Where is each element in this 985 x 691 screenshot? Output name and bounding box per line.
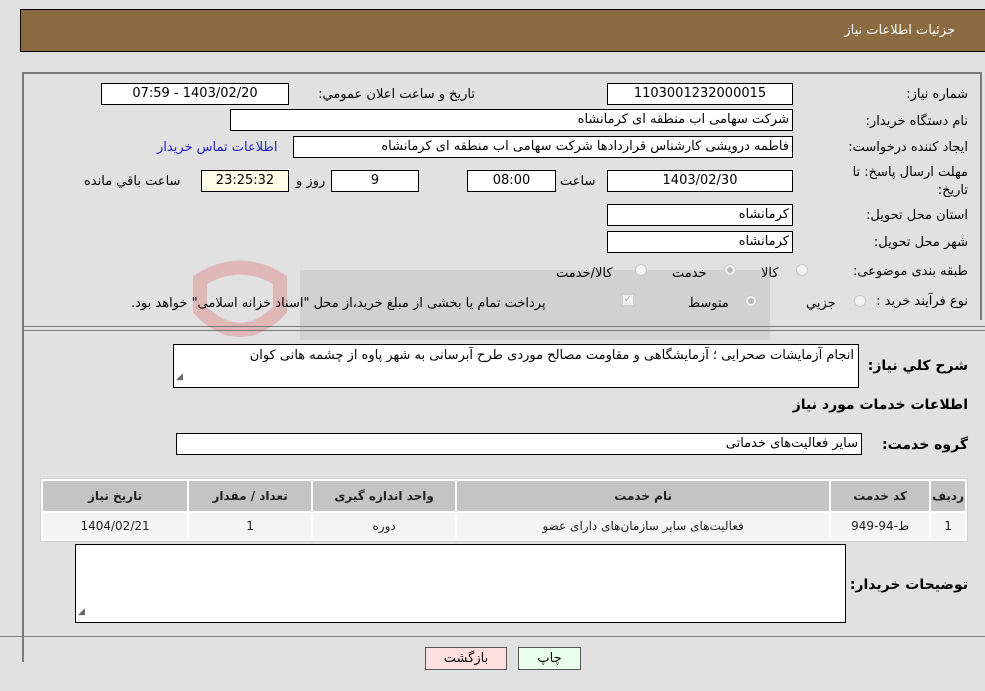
days-remaining-field: 9 bbox=[331, 170, 419, 192]
deadline-date-field: 1403/02/30 bbox=[607, 170, 793, 192]
divider bbox=[22, 330, 985, 331]
purchase-option-medium: متوسط bbox=[688, 296, 729, 311]
purchase-type-label: نوع فرآیند خرید : bbox=[876, 294, 968, 309]
treasury-payment-checkbox[interactable]: ✓ bbox=[622, 294, 634, 306]
category-option-goods-service: کالا/خدمت bbox=[556, 266, 613, 281]
remaining-time-field: 23:25:32 bbox=[201, 170, 289, 192]
page-header: جزئیات اطلاعات نیاز bbox=[20, 9, 985, 52]
requester-field: فاطمه درویشی کارشناس قراردادها شرکت سهام… bbox=[293, 136, 793, 158]
cell-unit: دوره bbox=[313, 513, 456, 539]
table-row: 1 ط-94-949 فعالیت‌های سایر سازمان‌های دا… bbox=[43, 513, 965, 539]
print-button[interactable]: چاپ bbox=[518, 647, 581, 670]
purchase-radio-medium[interactable] bbox=[745, 295, 757, 307]
col-unit: واحد اندازه گیری bbox=[313, 481, 456, 511]
province-label: استان محل تحویل: bbox=[866, 208, 968, 223]
buyer-notes-label: توضیحات خریدار: bbox=[849, 577, 968, 593]
cell-need-date: 1404/02/21 bbox=[43, 513, 188, 539]
purchase-option-minor: جزيي bbox=[806, 296, 836, 311]
table-header-row: ردیف کد خدمت نام خدمت واحد اندازه گیری ت… bbox=[43, 481, 965, 511]
deadline-time-field: 08:00 bbox=[467, 170, 556, 192]
category-radio-service[interactable] bbox=[724, 264, 736, 276]
resize-grip-icon[interactable]: ◢ bbox=[176, 369, 183, 386]
category-radio-goods[interactable] bbox=[796, 264, 808, 276]
deadline-label: مهلت ارسال پاسخ: تا تاریخ: bbox=[852, 165, 968, 198]
cell-row-number: 1 bbox=[931, 513, 965, 539]
announce-datetime-field: 1403/02/20 - 07:59 bbox=[101, 83, 289, 105]
col-service-name: نام خدمت bbox=[457, 481, 830, 511]
description-textarea[interactable]: انجام آزمایشات صحرایی ؛ آزمایشگاهی و مقا… bbox=[173, 344, 859, 388]
services-section-title: اطلاعات خدمات مورد نیاز bbox=[792, 397, 968, 413]
treasury-payment-note: پرداخت تمام یا بخشی از مبلغ خرید،از محل … bbox=[131, 296, 546, 311]
col-need-date: تاریخ نیاز bbox=[43, 481, 188, 511]
services-table: ردیف کد خدمت نام خدمت واحد اندازه گیری ت… bbox=[40, 478, 968, 542]
remaining-label: ساعت باقي مانده bbox=[84, 174, 181, 189]
service-group-label: گروه خدمت: bbox=[882, 437, 968, 453]
purchase-radio-minor[interactable] bbox=[854, 295, 866, 307]
panel-border bbox=[980, 72, 982, 320]
city-label: شهر محل تحویل: bbox=[873, 235, 968, 250]
service-group-field: سایر فعالیت‌های خدماتی bbox=[176, 433, 862, 455]
category-option-service: خدمت bbox=[672, 266, 707, 281]
city-field: کرمانشاه bbox=[607, 231, 793, 253]
buyer-org-field: شرکت سهامی اب منطقه ای کرمانشاه bbox=[230, 109, 793, 131]
divider bbox=[0, 636, 985, 637]
requester-label: ایجاد کننده درخواست: bbox=[848, 140, 968, 155]
cell-quantity: 1 bbox=[189, 513, 312, 539]
divider bbox=[22, 326, 985, 327]
resize-grip-icon[interactable]: ◢ bbox=[78, 604, 85, 621]
days-label: روز و bbox=[296, 174, 326, 189]
col-row-number: ردیف bbox=[931, 481, 965, 511]
deadline-time-label: ساعت bbox=[560, 174, 596, 189]
announce-datetime-label: تاریخ و ساعت اعلان عمومي: bbox=[318, 87, 475, 102]
province-field: کرمانشاه bbox=[607, 204, 793, 226]
category-label: طبقه بندی موضوعی: bbox=[852, 264, 968, 279]
cell-service-code: ط-94-949 bbox=[831, 513, 930, 539]
description-text: انجام آزمایشات صحرایی ؛ آزمایشگاهی و مقا… bbox=[249, 348, 854, 363]
category-radio-goods-service[interactable] bbox=[635, 264, 647, 276]
col-service-code: کد خدمت bbox=[831, 481, 930, 511]
back-button[interactable]: بازگشت bbox=[425, 647, 507, 670]
buyer-contact-link[interactable]: اطلاعات تماس خریدار bbox=[157, 140, 277, 155]
cell-service-name: فعالیت‌های سایر سازمان‌های دارای عضو bbox=[457, 513, 830, 539]
page-title: جزئیات اطلاعات نیاز bbox=[844, 23, 955, 38]
category-option-goods: کالا bbox=[761, 266, 779, 281]
need-number-label: شماره نیاز: bbox=[906, 87, 968, 102]
buyer-org-label: نام دستگاه خریدار: bbox=[865, 114, 968, 129]
description-label: شرح کلي نیاز: bbox=[867, 358, 968, 374]
buyer-notes-textarea[interactable]: ◢ bbox=[75, 544, 846, 623]
col-quantity: تعداد / مقدار bbox=[189, 481, 312, 511]
need-number-field: 1103001232000015 bbox=[607, 83, 793, 105]
